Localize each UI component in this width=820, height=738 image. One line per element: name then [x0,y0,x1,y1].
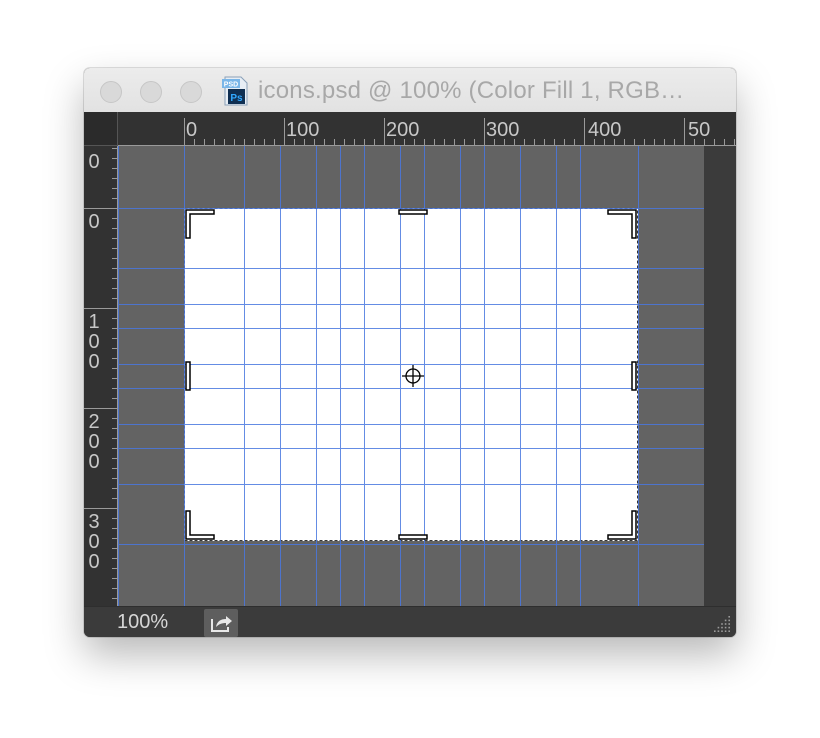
ruler-label: 0 [88,211,100,233]
minimize-button[interactable] [140,81,162,103]
ruler-label: 200 [386,119,420,141]
ruler-label: 0 [186,119,198,141]
ruler-label: 100 [88,311,100,373]
ruler-origin-corner[interactable] [84,112,118,146]
canvas-area[interactable] [118,146,704,606]
file-type-label: PSD [224,82,238,89]
ruler-label: 300 [486,119,520,141]
close-button[interactable] [100,81,122,103]
ruler-label: 300 [88,511,100,573]
ruler-label: 50 [688,119,711,141]
app-badge-label: Ps [230,93,243,104]
title-bar[interactable]: PSD Ps icons.psd @ 100% (Color Fill 1, R… [84,68,736,113]
vertical-scroll-area[interactable] [704,146,736,606]
ruler-label: 0 [88,151,100,173]
horizontal-ruler[interactable]: 0 100 200 300 400 50 [118,112,736,146]
vertical-ruler[interactable]: 0 0 100 200 300 [84,146,118,606]
handle-top-middle[interactable] [398,209,428,215]
photoshop-file-icon: PSD Ps [220,76,250,106]
document-canvas[interactable] [184,208,638,541]
ruler-label: 200 [88,411,100,473]
export-button[interactable] [204,609,238,637]
ruler-label: 400 [588,119,622,141]
export-icon [211,616,232,632]
handle-middle-right[interactable] [631,361,637,391]
ruler-label: 100 [286,119,320,141]
zoom-button[interactable] [180,81,202,103]
handle-middle-left[interactable] [185,361,191,391]
horizontal-ruler-ticks [118,118,736,146]
zoom-level[interactable]: 100% [117,611,168,634]
status-bar: 100% [84,606,736,637]
document-window: PSD Ps icons.psd @ 100% (Color Fill 1, R… [84,68,736,637]
window-title: icons.psd @ 100% (Color Fill 1, RGB… [258,77,685,104]
handle-bottom-middle[interactable] [398,534,428,540]
resize-grip-icon[interactable] [712,614,732,634]
